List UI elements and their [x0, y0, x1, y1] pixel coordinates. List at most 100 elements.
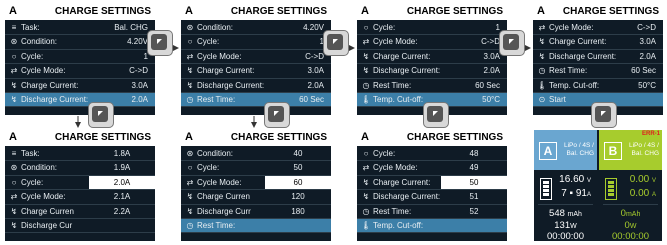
setting-label: Charge Current: [373, 51, 431, 61]
setting-label: Cycle: [373, 23, 396, 32]
slot-a-header[interactable]: A LiPo / 4S / Bal. CHG [534, 130, 597, 170]
slot-b-current: 0.00 A [629, 188, 656, 199]
option-popup[interactable]: 1.8A 1.9A 2.0A 2.1A 2.2A [89, 147, 155, 219]
setting-value: 2.0A [307, 80, 324, 90]
option-item[interactable]: 50 [265, 161, 331, 176]
title-bar: A CHARGE SETTINGS [5, 130, 155, 147]
setting-row[interactable]: ↯ Discharge Cur [5, 219, 155, 234]
setting-row[interactable]: ◷ Rest Time: [181, 218, 331, 234]
setting-value: 2.0A [483, 66, 500, 76]
setting-label: Condition: [197, 23, 234, 32]
slot-a-power: 131W [554, 220, 577, 231]
slot-b-voltage: 0.00 V [629, 174, 656, 185]
setting-value: 2.0A [639, 51, 656, 61]
setting-row[interactable]: ○ Cycle: 1 [357, 21, 507, 36]
option-item[interactable]: 1.8A [89, 147, 155, 162]
setting-row[interactable]: ◷ Rest Time: 60 Sec [357, 79, 507, 93]
option-item[interactable]: 60 [265, 175, 331, 191]
option-popup[interactable]: 40 50 60 120 180 [265, 147, 331, 219]
setting-icon: ↯ [538, 51, 546, 61]
setting-icon: ↯ [538, 37, 546, 47]
setting-icon: 🌡 [361, 220, 372, 230]
setting-value: 4.20V [303, 23, 324, 32]
screen-title: CHARGE SETTINGS [406, 132, 503, 143]
setting-icon: ◷ [186, 94, 194, 104]
setting-row[interactable]: ↯ Discharge Current: 2.0A [357, 64, 507, 79]
setting-label: Discharge Current: [549, 51, 617, 61]
setting-label: Charge Curren [21, 206, 74, 216]
option-item[interactable]: 120 [265, 190, 331, 205]
setting-value: 50°C [638, 80, 656, 90]
setting-row[interactable]: ⇄ Cycle Mode: C->D [181, 50, 331, 65]
option-item[interactable]: 1.9A [89, 161, 155, 176]
setting-label: Cycle Mode: [197, 51, 242, 61]
setting-label: Rest Time: [549, 66, 588, 76]
setting-label: Charge Current: [197, 66, 255, 76]
setting-value: C->D [481, 37, 500, 47]
setting-value: 60 Sec [631, 66, 656, 76]
option-item[interactable]: 2.1A [89, 190, 155, 205]
screen-discharge-current-select: A CHARGE SETTINGS ≡ Task: ⊛ Condition: ○ Cycl… [5, 130, 155, 241]
setting-row[interactable]: ⇄ Cycle Mode: C->D [357, 35, 507, 50]
dial-press-icon [147, 30, 173, 56]
setting-row[interactable]: ○ Cycle: 1 [5, 50, 155, 65]
setting-row[interactable]: ↯ Charge Current: 3.0A [357, 50, 507, 65]
option-item[interactable]: 40 [265, 147, 331, 162]
setting-value: Bal. CHG [114, 23, 148, 32]
setting-label: Cycle Mode: [549, 23, 594, 32]
option-item[interactable]: 49 [441, 161, 507, 176]
setting-label: Cycle: [197, 163, 220, 173]
setting-row[interactable]: ↯ Charge Current: 3.0A [533, 35, 663, 50]
dial-press-icon [264, 102, 290, 128]
setting-row[interactable]: ↯ Charge Current: 3.0A [181, 64, 331, 79]
option-item[interactable]: 2.0A [89, 175, 155, 191]
setting-value: 4.20V [127, 37, 148, 47]
setting-row[interactable]: ◷ Rest Time: 60 Sec [533, 64, 663, 79]
setting-label: Cycle: [21, 51, 44, 61]
setting-row[interactable]: ↯ Charge Current: 3.0A [5, 79, 155, 93]
slot-a-voltage: 16.60 V [559, 174, 591, 185]
setting-row[interactable]: ◷ Rest Time: 60 Sec [181, 92, 331, 108]
setting-icon: ○ [187, 163, 193, 173]
slot-a-current: 7 ▪ 91A [561, 188, 591, 199]
setting-icon: ⇄ [10, 66, 18, 76]
setting-row[interactable]: ↯ Discharge Current: 2.0A [181, 79, 331, 93]
setting-icon: ◷ [362, 80, 370, 90]
setting-row[interactable]: ↯ Discharge Current: 2.0A [5, 92, 155, 108]
setting-label: Cycle Mode: [197, 177, 242, 187]
setting-icon: ⊛ [186, 149, 194, 158]
setting-icon: ↯ [186, 66, 194, 76]
option-item[interactable]: 50 [441, 175, 507, 191]
setting-row[interactable]: ⇄ Cycle Mode: C->D [5, 64, 155, 79]
setting-label: Discharge Current: [373, 66, 441, 76]
option-item[interactable]: 48 [441, 147, 507, 162]
title-bar: A CHARGE SETTINGS [181, 130, 331, 147]
slot-a-type: LiPo / 4S / [564, 142, 594, 149]
setting-row[interactable]: 🌡 Temp. Cut-off: [357, 218, 507, 234]
setting-icon: ◷ [538, 66, 546, 76]
setting-label: Task: [21, 149, 40, 158]
setting-row[interactable]: ↯ Discharge Current: 2.0A [533, 50, 663, 65]
setting-row[interactable]: ○ Cycle: 1 [181, 35, 331, 50]
setting-icon: ⇄ [186, 51, 194, 61]
setting-row[interactable]: ≡ Task: Bal. CHG [5, 21, 155, 36]
setting-row[interactable]: ⊛ Condition: 4.20V [181, 21, 331, 36]
setting-row[interactable]: ⇄ Cycle Mode: C->D [533, 21, 663, 36]
setting-value: 3.0A [307, 66, 324, 76]
setting-label: Rest Time: [373, 80, 412, 90]
setting-row[interactable]: ⊛ Condition: 4.20V [5, 35, 155, 50]
option-item[interactable]: 52 [441, 205, 507, 219]
setting-icon: ⇄ [538, 23, 546, 32]
screen-rest-time-select: A CHARGE SETTINGS ⊛ Condition: ○ Cycle: ⇄ Cyc… [181, 130, 331, 241]
option-item[interactable]: 180 [265, 205, 331, 219]
setting-row[interactable]: 🌡 Temp. Cut-off: 50°C [533, 79, 663, 93]
screen-charge-settings-3: A CHARGE SETTINGS ○ Cycle: 1 ⇄ Cycle Mode: C-… [357, 4, 507, 115]
setting-value: 2.0A [131, 94, 148, 104]
slot-b-header[interactable]: ERR-1 B LiPo / 4S / Bal. CHG [599, 130, 662, 170]
option-popup[interactable]: 48 49 50 51 52 [441, 147, 507, 219]
screen-charge-settings-2: A CHARGE SETTINGS ⊛ Condition: 4.20V ○ Cycle… [181, 4, 331, 115]
setting-icon: ○ [11, 177, 17, 187]
option-item[interactable]: 51 [441, 190, 507, 205]
option-item[interactable]: 2.2A [89, 205, 155, 219]
screen-title: CHARGE SETTINGS [230, 6, 327, 17]
